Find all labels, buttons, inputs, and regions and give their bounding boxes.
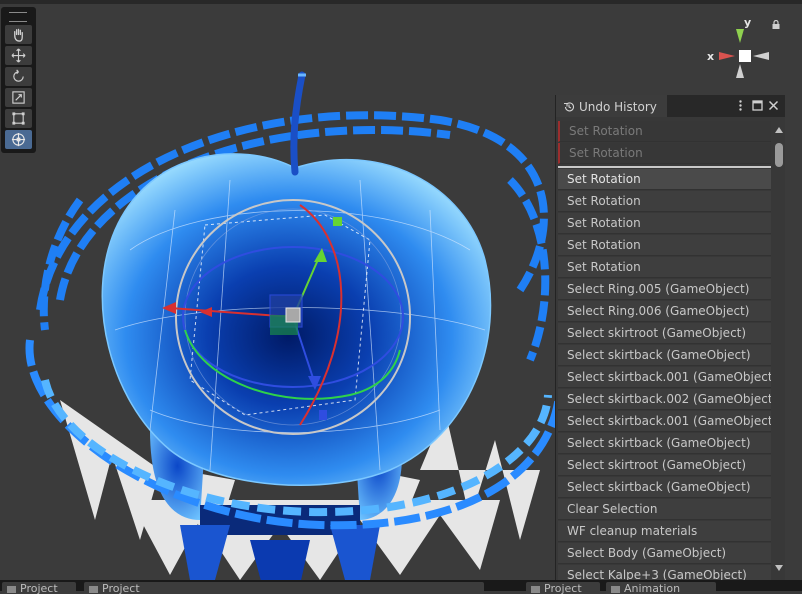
panel-tab-bar: Undo History bbox=[556, 95, 785, 117]
undo-history-item[interactable]: Set Rotation bbox=[558, 191, 771, 212]
undo-history-panel: Undo History Set Rotation Set Rotation Set… bbox=[555, 95, 785, 581]
animation-icon bbox=[611, 586, 620, 593]
center-cube[interactable] bbox=[739, 50, 751, 62]
tab-project-1[interactable]: Project bbox=[2, 582, 76, 594]
drag-grip-icon[interactable] bbox=[9, 12, 27, 22]
rect-tool-button[interactable] bbox=[5, 109, 32, 128]
tab-project-2[interactable]: Project bbox=[84, 582, 484, 594]
tab-label: Project bbox=[20, 582, 58, 594]
undo-history-item[interactable]: Select Body (GameObject) bbox=[558, 543, 771, 564]
tab-project-3[interactable]: Project bbox=[526, 582, 600, 594]
redo-history-item[interactable]: Set Rotation bbox=[558, 143, 771, 164]
rotate-icon bbox=[13, 69, 24, 82]
undo-history-item[interactable]: Select Kalpe+3 (GameObject) bbox=[558, 565, 771, 581]
x-axis-cone[interactable] bbox=[719, 52, 735, 60]
y-axis-cone[interactable] bbox=[736, 29, 744, 43]
undo-history-item[interactable]: Select skirtback.001 (GameObject) bbox=[558, 411, 771, 432]
undo-history-item[interactable]: Set Rotation bbox=[558, 235, 771, 256]
undo-history-item[interactable]: Set Rotation bbox=[558, 169, 771, 190]
close-icon[interactable] bbox=[767, 99, 780, 112]
undo-history-item[interactable]: Select skirtback (GameObject) bbox=[558, 433, 771, 454]
undo-history-item[interactable]: Select skirtroot (GameObject) bbox=[558, 455, 771, 476]
undo-history-item[interactable]: Select skirtroot (GameObject) bbox=[558, 323, 771, 344]
tool-palette bbox=[1, 7, 36, 153]
undo-history-item[interactable]: Select Ring.006 (GameObject) bbox=[558, 301, 771, 322]
hand-tool-button[interactable] bbox=[5, 25, 32, 44]
undo-history-item[interactable]: Select skirtback.002 (GameObject) bbox=[558, 389, 771, 410]
undo-history-list: Set Rotation Set Rotation Set Rotation Set … bbox=[556, 121, 785, 581]
folder-icon bbox=[7, 586, 16, 593]
undo-history-item[interactable]: Select Ring.005 (GameObject) bbox=[558, 279, 771, 300]
undo-history-item[interactable]: Set Rotation bbox=[558, 213, 771, 234]
tab-animation[interactable]: Animation bbox=[606, 582, 716, 594]
transform-icon bbox=[11, 132, 26, 147]
rect-icon bbox=[12, 112, 25, 125]
neg-x-axis-cone[interactable] bbox=[753, 52, 769, 60]
undo-history-item[interactable]: Select skirtback.001 (GameObject) bbox=[558, 367, 771, 388]
scrollbar-thumb[interactable] bbox=[775, 143, 783, 167]
gizmo-y-label: y bbox=[744, 16, 751, 29]
move-tool-button[interactable] bbox=[5, 46, 32, 65]
hand-icon bbox=[14, 28, 23, 42]
undo-history-item[interactable]: Set Rotation bbox=[558, 257, 771, 278]
rotate-tool-button[interactable] bbox=[5, 67, 32, 86]
undo-history-item[interactable]: Clear Selection bbox=[558, 499, 771, 520]
undo-history-item[interactable]: WF cleanup materials bbox=[558, 521, 771, 542]
folder-icon bbox=[89, 586, 98, 593]
scale-icon bbox=[12, 91, 25, 104]
tab-label: Project bbox=[102, 582, 140, 594]
move-icon bbox=[11, 48, 26, 63]
neg-y-axis-cone[interactable] bbox=[736, 64, 744, 78]
folder-icon bbox=[531, 586, 540, 593]
history-icon bbox=[564, 101, 574, 111]
maximize-icon[interactable] bbox=[751, 99, 764, 112]
current-position-marker bbox=[558, 166, 771, 168]
top-edge bbox=[0, 0, 802, 4]
kebab-menu-icon[interactable] bbox=[734, 99, 747, 112]
tab-label: Animation bbox=[624, 582, 681, 594]
gizmo-x-label: x bbox=[707, 50, 714, 63]
vertical-scrollbar[interactable] bbox=[773, 121, 785, 581]
tab-undo-history[interactable]: Undo History bbox=[556, 95, 667, 117]
bottom-tab-bar: Project Project Project Animation bbox=[0, 580, 802, 594]
redo-history-item[interactable]: Set Rotation bbox=[558, 121, 771, 142]
orientation-gizmo[interactable]: y x bbox=[700, 12, 780, 92]
scale-tool-button[interactable] bbox=[5, 88, 32, 107]
scroll-down-icon[interactable] bbox=[773, 562, 785, 574]
undo-history-item[interactable]: Select skirtback (GameObject) bbox=[558, 477, 771, 498]
panel-title: Undo History bbox=[579, 99, 657, 114]
undo-history-item[interactable]: Select skirtback (GameObject) bbox=[558, 345, 771, 366]
transform-tool-button[interactable] bbox=[5, 130, 32, 149]
scroll-up-icon[interactable] bbox=[773, 124, 785, 136]
tab-label: Project bbox=[544, 582, 582, 594]
lock-icon[interactable] bbox=[772, 20, 780, 29]
